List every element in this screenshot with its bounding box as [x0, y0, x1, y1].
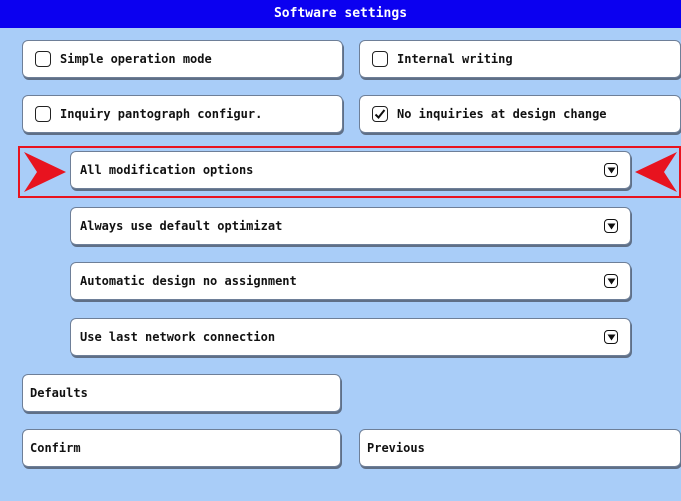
dropdown-selected-value: Automatic design no assignment — [80, 274, 297, 288]
dropdown-selected-value: All modification options — [80, 163, 254, 177]
no-inquiries-at-design-change-checkbox[interactable]: No inquiries at design change — [359, 95, 681, 133]
chevron-down-icon[interactable] — [604, 163, 618, 177]
chevron-down-icon[interactable] — [604, 219, 618, 233]
button-label: Defaults — [30, 386, 88, 400]
window-title: Software settings — [0, 0, 681, 28]
internal-writing-checkbox[interactable]: Internal writing — [359, 40, 681, 78]
checkbox-box[interactable] — [35, 106, 51, 122]
checkbox-box[interactable] — [35, 51, 51, 67]
dropdown-arrow-shape — [607, 334, 615, 340]
chevron-down-icon[interactable] — [604, 274, 618, 288]
previous-button[interactable]: Previous — [359, 429, 681, 467]
dropdown-arrow-shape — [607, 278, 615, 284]
confirm-button[interactable]: Confirm — [22, 429, 341, 467]
dropdown-selected-value: Use last network connection — [80, 330, 276, 344]
checkbox-label: No inquiries at design change — [397, 107, 607, 121]
network-connection-dropdown[interactable]: Use last network connection — [70, 318, 631, 356]
button-label: Confirm — [30, 441, 81, 455]
automatic-design-assignment-dropdown[interactable]: Automatic design no assignment — [70, 262, 631, 300]
chevron-down-icon[interactable] — [604, 330, 618, 344]
dropdown-arrow-shape — [607, 223, 615, 229]
button-label: Previous — [367, 441, 425, 455]
checkbox-box-checked[interactable] — [372, 106, 388, 122]
checkbox-label: Simple operation mode — [60, 52, 212, 66]
checkmark-icon — [374, 109, 386, 119]
inquiry-pantograph-configuration-checkbox[interactable]: Inquiry pantograph configur. — [22, 95, 343, 133]
default-optimization-dropdown[interactable]: Always use default optimizat — [70, 207, 631, 245]
dropdown-selected-value: Always use default optimizat — [80, 219, 283, 233]
checkbox-box[interactable] — [372, 51, 388, 67]
red-triangle-marker-icon — [24, 152, 66, 192]
defaults-button[interactable]: Defaults — [22, 374, 341, 412]
modification-options-dropdown[interactable]: All modification options — [70, 151, 631, 189]
simple-operation-mode-checkbox[interactable]: Simple operation mode — [22, 40, 343, 78]
red-triangle-marker-icon — [635, 152, 677, 192]
checkbox-label: Internal writing — [397, 52, 513, 66]
dropdown-arrow-shape — [607, 167, 615, 173]
checkbox-label: Inquiry pantograph configur. — [60, 107, 263, 121]
